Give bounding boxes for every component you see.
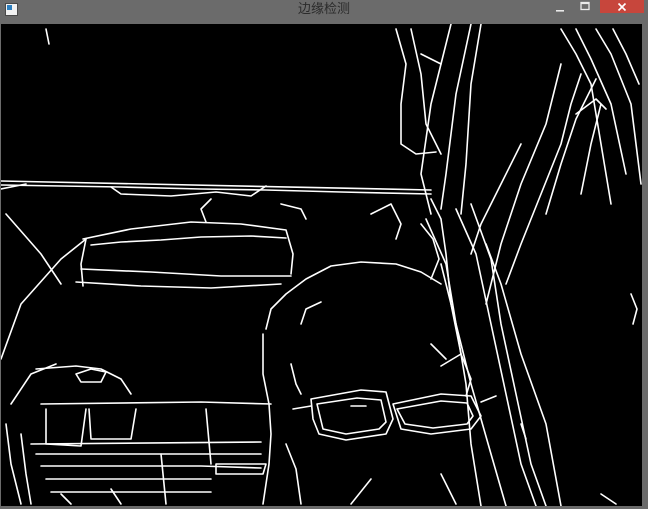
- maximize-icon: [580, 1, 590, 11]
- edge-detection-image: [1, 24, 642, 506]
- close-button[interactable]: [600, 0, 644, 13]
- edge-map-image: [1, 24, 642, 506]
- close-icon: [617, 2, 627, 11]
- minimize-icon: [556, 10, 564, 12]
- app-window: 边缘检测: [0, 0, 648, 509]
- title-bar[interactable]: 边缘检测: [0, 0, 648, 21]
- minimize-button[interactable]: [549, 1, 571, 15]
- maximize-button[interactable]: [574, 0, 596, 13]
